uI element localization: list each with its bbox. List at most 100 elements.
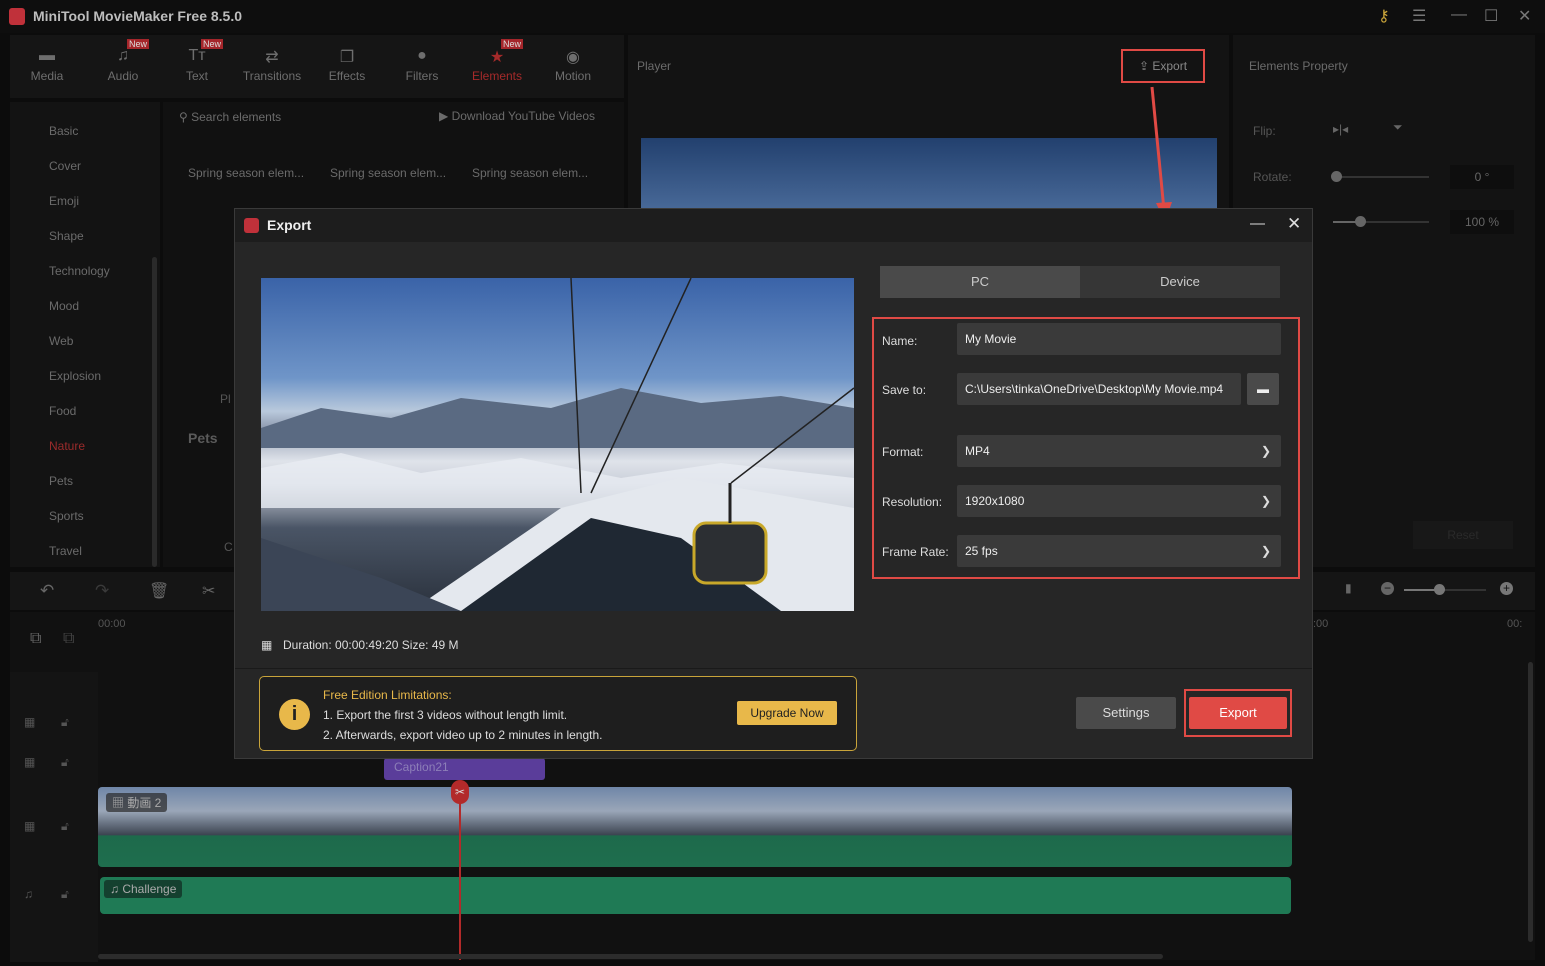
tab-label: Audio bbox=[107, 69, 139, 83]
dialog-close-button[interactable]: ✕ bbox=[1287, 214, 1301, 234]
category-scrollbar[interactable] bbox=[152, 257, 157, 567]
name-input[interactable]: My Movie bbox=[957, 323, 1281, 355]
caption-clip[interactable]: Caption21 bbox=[384, 758, 545, 780]
key-icon[interactable]: ⚷ bbox=[1378, 6, 1390, 26]
timeline-zoom-slider[interactable] bbox=[1404, 584, 1486, 595]
slider-thumb[interactable] bbox=[1355, 216, 1366, 227]
remove-track-icon[interactable]: ⧉ bbox=[63, 630, 74, 648]
size-value: 49 M bbox=[431, 638, 459, 652]
add-track-icon[interactable]: ⧉ bbox=[30, 630, 41, 648]
category-item-travel[interactable]: Travel bbox=[49, 544, 82, 558]
horizontal-scrollbar[interactable] bbox=[98, 954, 1163, 959]
format-value: MP4 bbox=[965, 444, 990, 458]
fit-timeline-icon[interactable]: ▮ bbox=[1345, 581, 1352, 595]
export-preview-image bbox=[261, 278, 854, 611]
reset-button[interactable]: Reset bbox=[1413, 521, 1513, 549]
browse-folder-icon[interactable]: ▬ bbox=[1247, 373, 1279, 405]
save-to-input[interactable]: C:\Users\tinka\OneDrive\Desktop\My Movie… bbox=[957, 373, 1241, 405]
delete-icon[interactable]: 🗑 bbox=[149, 581, 169, 601]
tab-media[interactable]: ▬ Media bbox=[17, 47, 77, 83]
export-label: Export bbox=[1152, 59, 1188, 73]
category-item-sports[interactable]: Sports bbox=[49, 509, 84, 523]
audio-clip[interactable]: ♫ Challenge bbox=[100, 877, 1291, 914]
category-item-web[interactable]: Web bbox=[49, 334, 73, 348]
minimize-button[interactable]: — bbox=[1451, 6, 1467, 24]
element-item[interactable]: Spring season elem... bbox=[330, 166, 446, 180]
element-item[interactable]: Spring season elem... bbox=[472, 166, 588, 180]
video-clip[interactable]: ▦ 動画 2 bbox=[98, 787, 1292, 867]
close-button[interactable]: ✕ bbox=[1518, 6, 1531, 26]
export-button[interactable]: Export bbox=[1189, 697, 1287, 729]
lock-icon[interactable]: 🔓︎ bbox=[61, 755, 69, 770]
zoom-out-icon[interactable]: − bbox=[1381, 582, 1394, 595]
split-icon[interactable]: ✂ bbox=[202, 581, 215, 601]
format-select[interactable]: MP4 ❯ bbox=[957, 435, 1281, 467]
upgrade-now-button[interactable]: Upgrade Now bbox=[737, 701, 837, 725]
download-youtube-link[interactable]: ▶ Download YouTube Videos bbox=[439, 109, 595, 123]
maximize-button[interactable]: ☐ bbox=[1484, 6, 1498, 26]
resolution-select[interactable]: 1920x1080 ❯ bbox=[957, 485, 1281, 517]
format-label: Format: bbox=[882, 445, 924, 459]
element-item-partial[interactable]: Pl bbox=[220, 392, 231, 406]
slider-thumb[interactable] bbox=[1331, 171, 1342, 182]
download-label: Download YouTube Videos bbox=[451, 109, 596, 123]
category-item-mood[interactable]: Mood bbox=[49, 299, 79, 313]
frame-rate-select[interactable]: 25 fps ❯ bbox=[957, 535, 1281, 567]
elements-icon: ★ bbox=[489, 49, 505, 66]
undo-icon[interactable]: ↶ bbox=[40, 581, 54, 601]
film-icon: ▦ bbox=[261, 638, 273, 652]
menu-icon[interactable]: ☰ bbox=[1412, 6, 1426, 26]
zoom-in-icon[interactable]: + bbox=[1500, 582, 1513, 595]
category-item-basic[interactable]: Basic bbox=[49, 124, 78, 138]
category-item-shape[interactable]: Shape bbox=[49, 229, 84, 243]
flip-horizontal-icon[interactable]: ▸|◂ bbox=[1333, 122, 1348, 136]
clip-name: Challenge bbox=[122, 882, 177, 896]
scale-slider[interactable] bbox=[1333, 216, 1429, 227]
tab-pc[interactable]: PC bbox=[880, 266, 1080, 298]
tab-text[interactable]: New Tт Text bbox=[167, 39, 227, 83]
slider-thumb[interactable] bbox=[1434, 584, 1445, 595]
tab-device[interactable]: Device bbox=[1080, 266, 1280, 298]
flip-vertical-icon[interactable]: ⏷ bbox=[1393, 120, 1403, 135]
lock-icon[interactable]: 🔓︎ bbox=[61, 819, 69, 834]
player-export-button[interactable]: ⇪ Export bbox=[1121, 49, 1205, 83]
section-pets: Pets bbox=[188, 430, 218, 446]
category-item-nature[interactable]: Nature bbox=[49, 439, 85, 453]
limit-title: Free Edition Limitations: bbox=[323, 688, 452, 702]
clip-name: 動画 2 bbox=[127, 796, 162, 810]
element-item[interactable]: Spring season elem... bbox=[188, 166, 304, 180]
save-to-label: Save to: bbox=[882, 383, 927, 397]
dialog-minimize-button[interactable]: — bbox=[1250, 215, 1265, 232]
tab-elements[interactable]: New ★ Elements bbox=[467, 39, 527, 83]
lock-icon[interactable]: 🔓︎ bbox=[61, 887, 69, 902]
category-item-explosion[interactable]: Explosion bbox=[49, 369, 101, 383]
category-item-emoji[interactable]: Emoji bbox=[49, 194, 79, 208]
category-item-food[interactable]: Food bbox=[49, 404, 76, 418]
time-start: 00:00 bbox=[98, 618, 126, 630]
tab-audio[interactable]: New ♫ Audio bbox=[93, 39, 153, 83]
redo-icon[interactable]: ↷ bbox=[95, 581, 109, 601]
category-item-technology[interactable]: Technology bbox=[49, 264, 110, 278]
lock-icon[interactable]: 🔓︎ bbox=[61, 715, 69, 730]
tab-motion[interactable]: ◉ Motion bbox=[543, 47, 603, 83]
settings-button[interactable]: Settings bbox=[1076, 697, 1176, 729]
tab-effects[interactable]: ❐ Effects bbox=[317, 47, 377, 83]
tab-label: Text bbox=[185, 69, 208, 83]
scale-value[interactable]: 100 % bbox=[1450, 210, 1514, 234]
playhead-scissors-icon[interactable]: ✂ bbox=[451, 780, 469, 804]
dialog-header: Export — ✕ bbox=[235, 209, 1312, 242]
vertical-scrollbar[interactable] bbox=[1528, 662, 1533, 942]
category-item-cover[interactable]: Cover bbox=[49, 159, 81, 173]
rotate-value[interactable]: 0 ° bbox=[1450, 165, 1514, 189]
rotate-slider[interactable] bbox=[1331, 171, 1429, 182]
element-item-partial[interactable]: C bbox=[224, 540, 233, 554]
limit-item: 2. Afterwards, export video up to 2 minu… bbox=[323, 728, 603, 742]
music-icon: ♫ bbox=[110, 882, 123, 896]
category-item-pets[interactable]: Pets bbox=[49, 474, 73, 488]
tab-filters[interactable]: ● Filters bbox=[392, 47, 452, 83]
playhead[interactable] bbox=[459, 782, 461, 960]
app-logo-icon bbox=[9, 8, 25, 25]
tab-transitions[interactable]: ⇄ Transitions bbox=[237, 47, 307, 83]
limit-item: 1. Export the first 3 videos without len… bbox=[323, 708, 568, 722]
search-elements[interactable]: ⚲ Search elements bbox=[179, 110, 281, 124]
